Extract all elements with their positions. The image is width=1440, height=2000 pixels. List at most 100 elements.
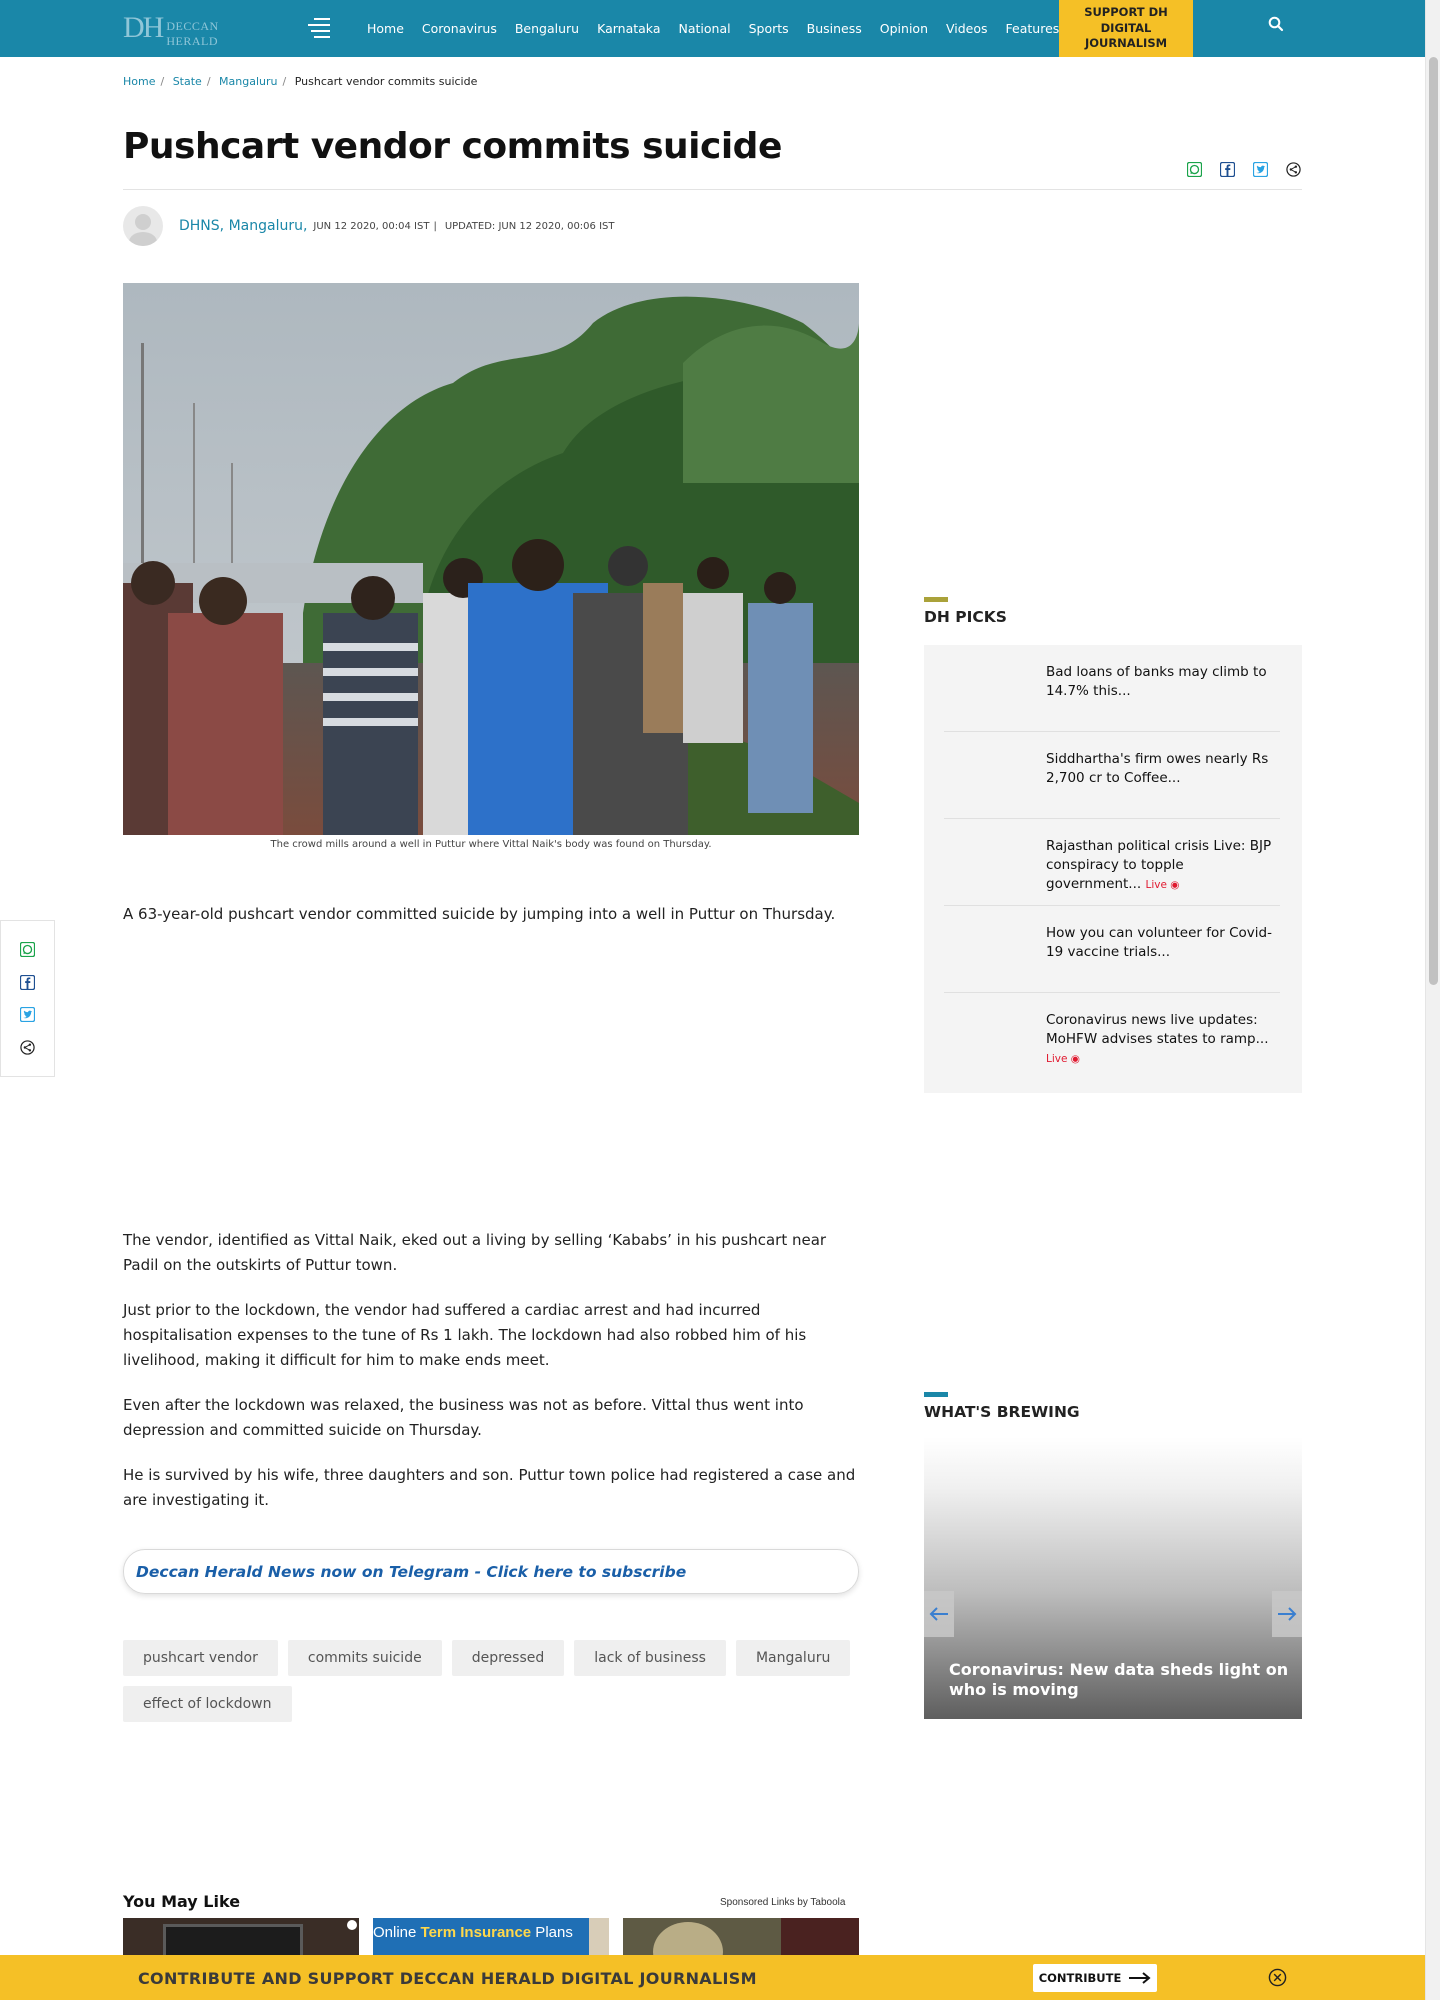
scrollbar-thumb[interactable] <box>1429 57 1438 985</box>
tag-lack-of-business[interactable]: lack of business <box>574 1640 726 1676</box>
sponsored-card[interactable] <box>623 1918 859 1960</box>
support-line-1: SUPPORT DH <box>1084 5 1168 20</box>
tag-depressed[interactable]: depressed <box>451 1640 565 1676</box>
breadcrumb-state[interactable]: State <box>173 75 202 88</box>
pick-thumbnail <box>944 657 1024 717</box>
pick-item[interactable]: Siddhartha's firm owes nearly Rs 2,700 c… <box>944 732 1280 819</box>
contribute-message: CONTRIBUTE AND SUPPORT DECCAN HERALD DIG… <box>138 1969 757 1988</box>
telegram-subscribe-link[interactable]: Deccan Herald News now on Telegram - Cli… <box>136 1563 686 1581</box>
contribute-button[interactable]: CONTRIBUTE <box>1033 1964 1157 1992</box>
dh-picks-list: Bad loans of banks may climb to 14.7% th… <box>924 645 1302 1093</box>
sponsored-card-text-end: Plans <box>531 1924 573 1941</box>
date-separator: | <box>433 220 437 232</box>
top-navbar: DH DECCAN HERALD Home Coronavirus Bengal… <box>0 0 1425 57</box>
contribute-banner: CONTRIBUTE AND SUPPORT DECCAN HERALD DIG… <box>0 1955 1425 2000</box>
carousel-prev-arrow-icon[interactable] <box>924 1591 954 1637</box>
sponsored-card-text: Online <box>373 1924 421 1941</box>
share-icon[interactable] <box>1285 161 1301 177</box>
pick-item[interactable]: Rajasthan political crisis Live: BJP con… <box>944 819 1280 906</box>
whatsapp-icon[interactable] <box>20 941 36 957</box>
pick-title: How you can volunteer for Covid-19 vacci… <box>1046 925 1272 960</box>
pick-thumbnail <box>944 744 1024 804</box>
nav-opinion[interactable]: Opinion <box>871 21 937 36</box>
article-title: Pushcart vendor commits suicide <box>123 126 782 167</box>
pick-item[interactable]: Coronavirus news live updates: MoHFW adv… <box>944 993 1280 1080</box>
article-paragraph: A 63-year-old pushcart vendor committed … <box>123 905 836 923</box>
dh-picks-title: DH PICKS <box>924 608 1007 626</box>
live-badge: Live ◉ <box>1145 879 1180 891</box>
publish-date: JUN 12 2020, 00:04 IST <box>313 220 430 232</box>
arrow-right-icon <box>1129 1972 1151 1984</box>
nav-features[interactable]: Features <box>997 21 1069 36</box>
nav-coronavirus[interactable]: Coronavirus <box>413 21 506 36</box>
telegram-subscribe-banner[interactable]: Deccan Herald News now on Telegram - Cli… <box>123 1549 859 1594</box>
sponsored-card-highlight: Term Insurance <box>420 1924 532 1941</box>
breadcrumb-current: Pushcart vendor commits suicide <box>294 75 478 88</box>
author-avatar <box>123 206 163 246</box>
brewing-headline[interactable]: Coronavirus: New data sheds light on who… <box>949 1660 1289 1700</box>
image-caption: The crowd mills around a well in Puttur … <box>270 839 712 850</box>
updated-date: UPDATED: JUN 12 2020, 00:06 IST <box>444 220 615 232</box>
nav-home[interactable]: Home <box>358 21 413 36</box>
nav-videos[interactable]: Videos <box>937 21 997 36</box>
whats-brewing-accent <box>924 1392 948 1397</box>
article-hero-image <box>123 283 859 835</box>
dh-picks-accent <box>924 597 948 602</box>
author-link[interactable]: DHNS, Mangaluru, <box>179 218 307 234</box>
logo-mark: DH <box>123 11 164 44</box>
tag-effect-of-lockdown[interactable]: effect of lockdown <box>123 1686 292 1722</box>
site-logo[interactable]: DH DECCAN HERALD <box>123 10 273 48</box>
tag-list: pushcart vendor commits suicide depresse… <box>123 1640 859 1722</box>
nav-sports[interactable]: Sports <box>740 21 798 36</box>
pick-title: Coronavirus news live updates: MoHFW adv… <box>1046 1012 1269 1047</box>
whatsapp-icon[interactable] <box>1186 161 1202 177</box>
nav-karnataka[interactable]: Karnataka <box>588 21 669 36</box>
breadcrumb-home[interactable]: Home <box>123 75 155 88</box>
pick-thumbnail <box>944 1005 1024 1065</box>
article-paragraph: He is survived by his wife, three daught… <box>123 1466 856 1509</box>
pick-title: Siddhartha's firm owes nearly Rs 2,700 c… <box>1046 751 1269 786</box>
sponsored-card[interactable]: Online Term Insurance Plans <box>373 1918 609 1960</box>
search-icon[interactable] <box>1268 16 1288 36</box>
page-scrollbar[interactable] <box>1425 0 1440 2000</box>
pick-item[interactable]: How you can volunteer for Covid-19 vacci… <box>944 906 1280 993</box>
sponsored-cards: Online Term Insurance Plans <box>123 1918 859 1960</box>
title-divider <box>123 189 1302 190</box>
pick-title: Bad loans of banks may climb to 14.7% th… <box>1046 664 1267 699</box>
article-paragraph: Even after the lockdown was relaxed, the… <box>123 1396 804 1439</box>
breadcrumb-mangaluru[interactable]: Mangaluru <box>219 75 277 88</box>
tag-commits-suicide[interactable]: commits suicide <box>287 1640 442 1676</box>
pick-item[interactable]: Bad loans of banks may climb to 14.7% th… <box>944 645 1280 732</box>
facebook-icon[interactable] <box>1219 161 1235 177</box>
live-badge: Live ◉ <box>1046 1053 1080 1065</box>
tag-mangaluru[interactable]: Mangaluru <box>735 1640 851 1676</box>
logo-name: DECCAN HERALD <box>166 19 219 48</box>
nav-national[interactable]: National <box>669 21 739 36</box>
twitter-icon[interactable] <box>20 1007 36 1023</box>
support-journalism-button[interactable]: SUPPORT DH DIGITAL JOURNALISM <box>1059 0 1193 57</box>
facebook-icon[interactable] <box>20 974 36 990</box>
contribute-button-label: CONTRIBUTE <box>1038 1971 1122 1985</box>
sponsored-label[interactable]: Sponsored Links by Taboola <box>720 1897 845 1908</box>
share-toolbar <box>1186 161 1301 177</box>
twitter-icon[interactable] <box>1252 161 1268 177</box>
pick-thumbnail <box>944 918 1024 978</box>
share-icon[interactable] <box>20 1040 36 1056</box>
live-dot-icon: ◉ <box>1070 1053 1080 1065</box>
nav-bengaluru[interactable]: Bengaluru <box>506 21 588 36</box>
live-dot-icon: ◉ <box>1170 879 1180 891</box>
floating-share-bar <box>0 920 55 1077</box>
tag-pushcart-vendor[interactable]: pushcart vendor <box>123 1640 278 1676</box>
nav-business[interactable]: Business <box>798 21 871 36</box>
hamburger-menu-icon[interactable] <box>308 18 330 38</box>
article-paragraph: Just prior to the lockdown, the vendor h… <box>123 1301 807 1369</box>
you-may-like-title: You May Like <box>123 1892 241 1911</box>
whats-brewing-carousel: Coronavirus: New data sheds light on who… <box>924 1437 1302 1719</box>
article-byline: DHNS, Mangaluru, JUN 12 2020, 00:04 IST … <box>123 206 614 246</box>
close-banner-icon[interactable] <box>1268 1968 1287 1987</box>
whats-brewing-title: WHAT'S BREWING <box>924 1403 1080 1421</box>
carousel-next-arrow-icon[interactable] <box>1272 1591 1302 1637</box>
sponsored-card[interactable] <box>123 1918 359 1960</box>
main-nav: Home Coronavirus Bengaluru Karnataka Nat… <box>358 0 1068 57</box>
article-paragraph: The vendor, identified as Vittal Naik, e… <box>123 1231 827 1274</box>
